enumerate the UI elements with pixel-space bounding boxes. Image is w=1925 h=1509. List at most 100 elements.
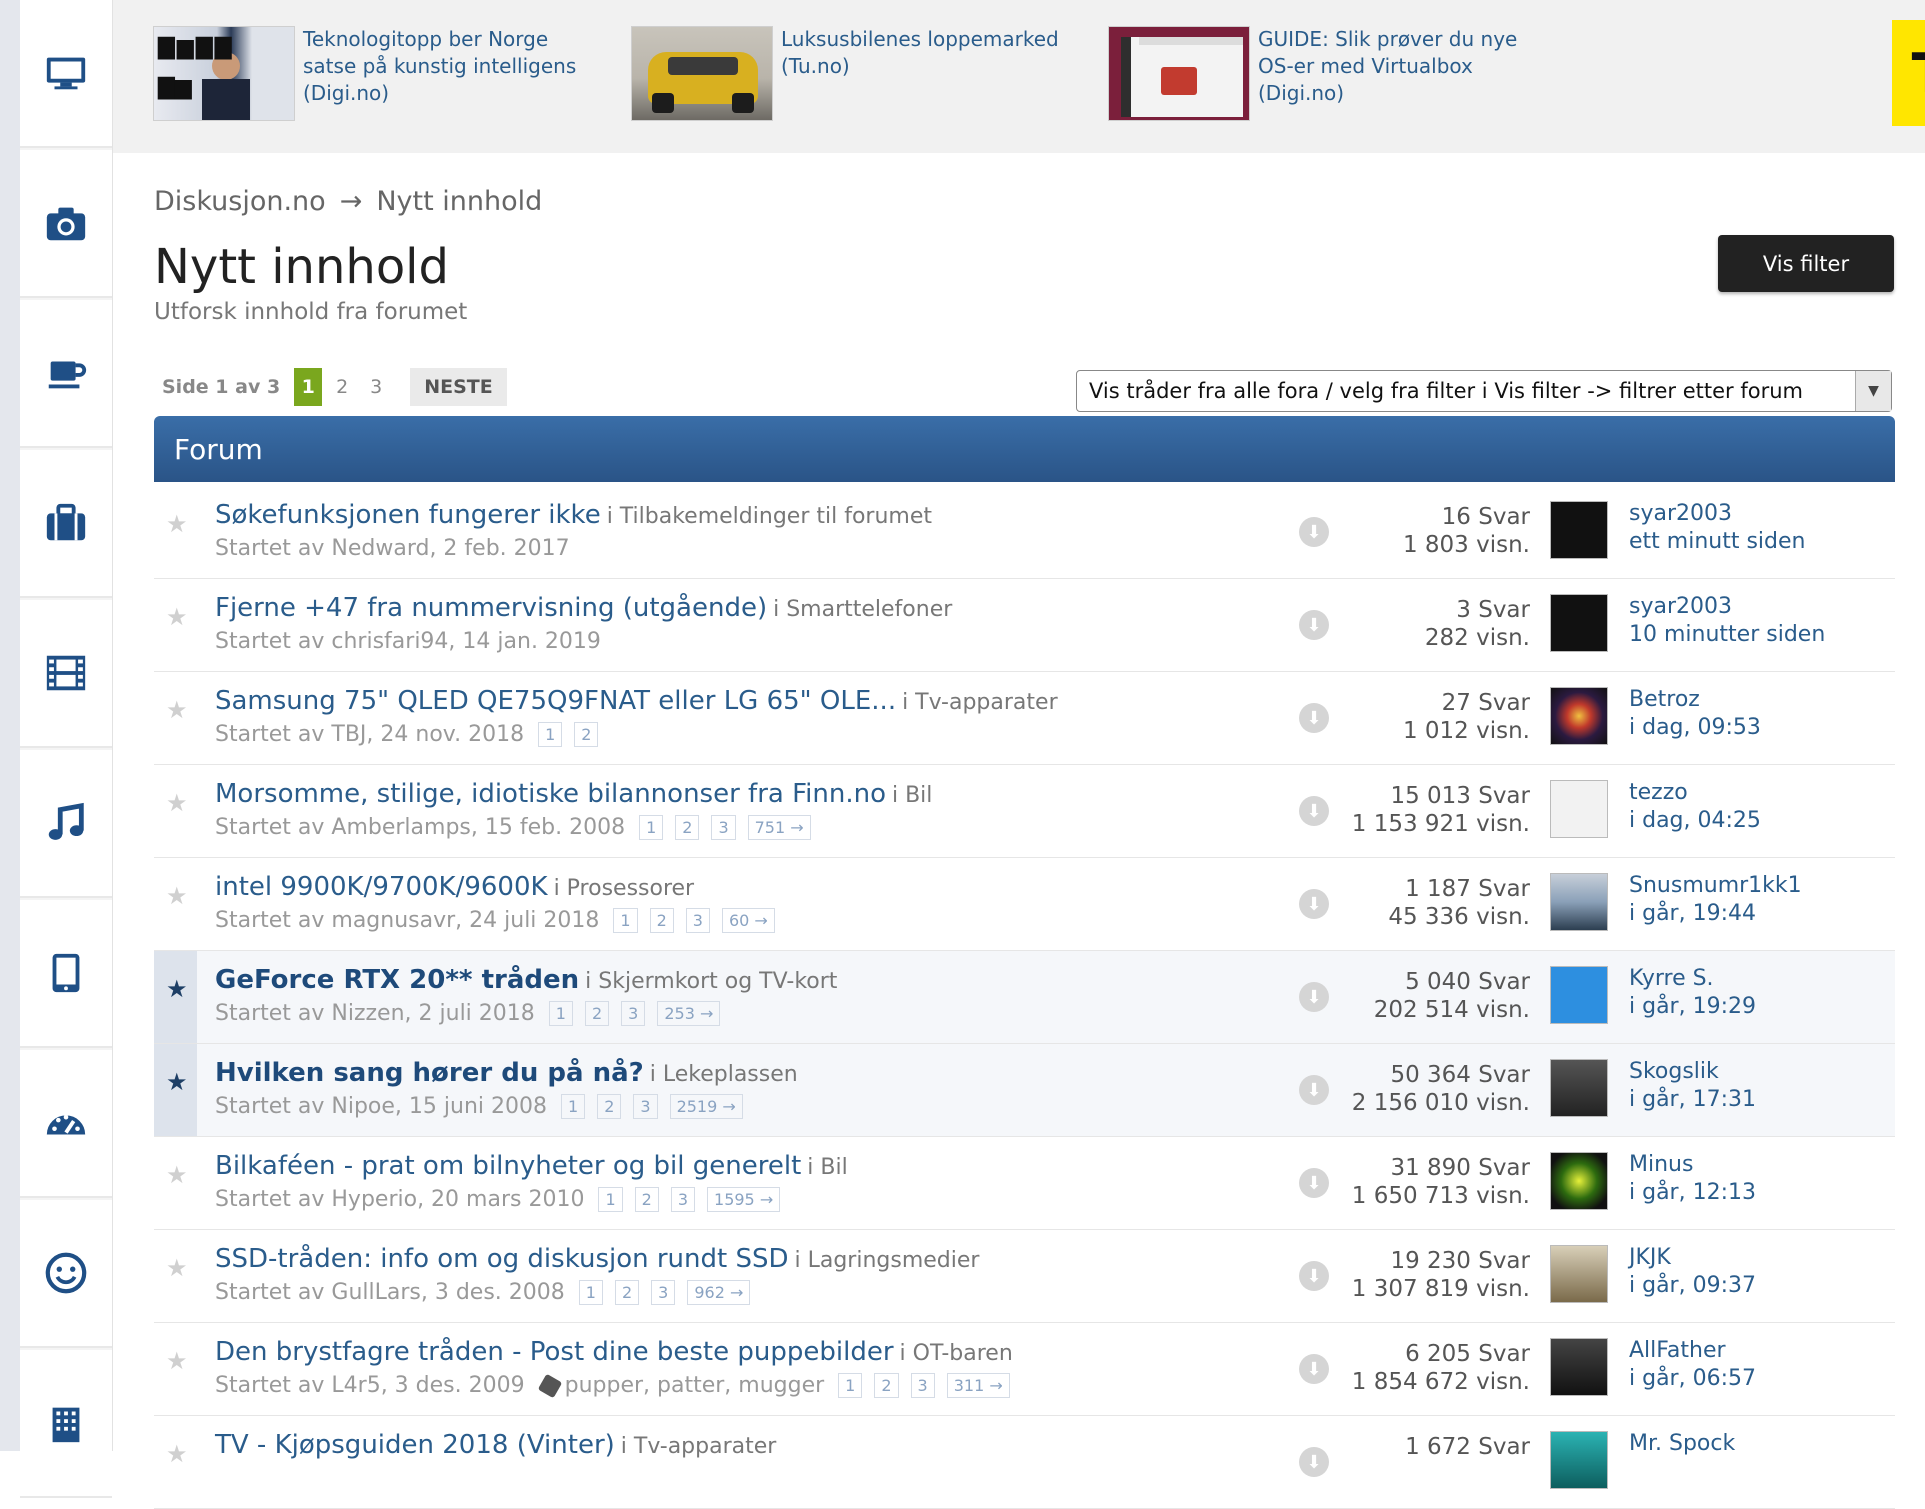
topic-page-link[interactable]: 3 (651, 1280, 676, 1305)
star-icon[interactable]: ★ (166, 1440, 188, 1468)
topic-page-link[interactable]: 1 (838, 1373, 863, 1398)
last-post-time-link[interactable]: 10 minutter siden (1629, 621, 1825, 649)
topic-forum-link[interactable]: i Skjermkort og TV-kort (585, 969, 837, 994)
topic-page-link[interactable]: 3 (670, 1187, 696, 1212)
download-arrow-icon[interactable]: ⬇ (1299, 1447, 1329, 1477)
avatar[interactable] (1550, 1152, 1608, 1210)
topic-page-link[interactable]: 2 (584, 1001, 610, 1026)
download-arrow-icon[interactable]: ⬇ (1299, 703, 1329, 733)
forum-filter-select[interactable]: Vis tråder fra alle fora / velg fra filt… (1076, 370, 1892, 412)
dropdown-arrow-icon[interactable]: ▼ (1855, 371, 1891, 411)
star-icon[interactable]: ★ (166, 789, 188, 817)
topic-row[interactable]: ★ Søkefunksjonen fungerer ikke i Tilbakem… (154, 486, 1895, 579)
topic-page-link[interactable]: 1 (598, 1187, 623, 1212)
topic-page-link[interactable]: 3 (621, 1001, 646, 1026)
star-icon[interactable]: ★ (166, 1347, 188, 1375)
sidebar-item-business[interactable] (20, 1350, 112, 1498)
last-poster-link[interactable]: Skogslik (1629, 1058, 1756, 1086)
avatar[interactable] (1550, 873, 1608, 931)
topic-forum-link[interactable]: i Bil (892, 783, 932, 808)
star-icon[interactable]: ★ (166, 1161, 188, 1189)
page-link-2[interactable]: 2 (328, 368, 356, 406)
topic-page-link[interactable]: 60 → (721, 908, 775, 933)
last-post-time-link[interactable]: i går, 19:29 (1629, 993, 1756, 1021)
topic-row[interactable]: ★ Den brystfagre tråden - Post dine best… (154, 1323, 1895, 1416)
topic-page-link[interactable]: 2 (597, 1094, 622, 1119)
last-post-time-link[interactable]: i dag, 09:53 (1629, 714, 1761, 742)
topic-title-link[interactable]: Bilkaféen - prat om bilnyheter og bil ge… (215, 1151, 801, 1181)
download-arrow-icon[interactable]: ⬇ (1299, 610, 1329, 640)
topic-page-link[interactable]: 311 → (946, 1373, 1010, 1398)
sidebar-item-music[interactable] (20, 750, 112, 898)
download-arrow-icon[interactable]: ⬇ (1299, 1261, 1329, 1291)
topic-tags[interactable]: pupper, patter, mugger (565, 1373, 825, 1398)
avatar[interactable] (1550, 1059, 1608, 1117)
sidebar-item-computers[interactable] (20, 0, 112, 148)
topic-page-link[interactable]: 2 (649, 908, 674, 933)
topic-page-link[interactable]: 3 (711, 815, 736, 840)
topic-forum-link[interactable]: i Tv-apparater (621, 1434, 777, 1459)
topic-page-link[interactable]: 1 (613, 908, 638, 933)
avatar[interactable] (1550, 1431, 1608, 1489)
avatar[interactable] (1550, 501, 1608, 559)
topic-title-link[interactable]: SSD-tråden: info om og diskusjon rundt S… (215, 1244, 789, 1274)
last-post-time-link[interactable]: i går, 19:44 (1629, 900, 1802, 928)
topic-forum-link[interactable]: i Tilbakemeldinger til forumet (607, 504, 932, 529)
topic-forum-link[interactable]: i Smarttelefoner (773, 597, 952, 622)
ad-item[interactable]: GUIDE: Slik prøver du nye OS-er med Virt… (1108, 26, 1558, 121)
last-poster-link[interactable]: AllFather (1629, 1337, 1756, 1365)
next-page-button[interactable]: NESTE (410, 368, 507, 406)
last-post-time-link[interactable]: i går, 17:31 (1629, 1086, 1756, 1114)
topic-page-link[interactable]: 1595 → (707, 1187, 781, 1212)
topic-row[interactable]: ★ Morsomme, stilige, idiotiske bilannons… (154, 765, 1895, 858)
sidebar-item-jobs[interactable] (20, 450, 112, 598)
topic-page-link[interactable]: 3 (633, 1094, 658, 1119)
topic-row[interactable]: ★ Bilkaféen - prat om bilnyheter og bil … (154, 1137, 1895, 1230)
ad-link[interactable]: Teknologitopp ber Norge satse på kunstig… (303, 26, 603, 121)
topic-page-link[interactable]: 253 → (657, 1001, 721, 1026)
topic-page-link[interactable]: 1 (561, 1094, 586, 1119)
topic-page-link[interactable]: 1 (639, 815, 664, 840)
star-icon[interactable]: ★ (166, 696, 188, 724)
topic-page-link[interactable]: 2 (614, 1280, 640, 1305)
star-icon[interactable]: ★ (166, 975, 188, 1003)
star-icon[interactable]: ★ (166, 1254, 188, 1282)
topic-row[interactable]: ★ GeForce RTX 20** tråden i Skjermkort og… (154, 951, 1895, 1044)
last-poster-link[interactable]: Kyrre S. (1629, 965, 1756, 993)
topic-page-link[interactable]: 962 → (687, 1280, 751, 1305)
download-arrow-icon[interactable]: ⬇ (1299, 517, 1329, 547)
topic-row[interactable]: ★ TV - Kjøpsguiden 2018 (Vinter) i Tv-app… (154, 1416, 1895, 1509)
last-poster-link[interactable]: tezzo (1629, 779, 1761, 807)
last-poster-link[interactable]: Betroz (1629, 686, 1761, 714)
avatar[interactable] (1550, 687, 1608, 745)
topic-page-link[interactable]: 1 (548, 1001, 573, 1026)
topic-forum-link[interactable]: i Lagringsmedier (795, 1248, 980, 1273)
topic-title-link[interactable]: Den brystfagre tråden - Post dine beste … (215, 1337, 894, 1367)
tu-logo[interactable]: TU (1892, 20, 1925, 126)
topic-row[interactable]: ★ intel 9900K/9700K/9600K i Prosessorer S… (154, 858, 1895, 951)
download-arrow-icon[interactable]: ⬇ (1299, 1168, 1329, 1198)
topic-title-link[interactable]: Hvilken sang hører du på nå? (215, 1058, 644, 1088)
download-arrow-icon[interactable]: ⬇ (1299, 796, 1329, 826)
avatar[interactable] (1550, 780, 1608, 838)
topic-title-link[interactable]: Morsomme, stilige, idiotiske bilannonser… (215, 779, 886, 809)
last-poster-link[interactable]: Minus (1629, 1151, 1756, 1179)
sidebar-item-film[interactable] (20, 600, 112, 748)
sidebar-item-cars[interactable] (20, 1050, 112, 1198)
star-icon[interactable]: ★ (166, 882, 188, 910)
sidebar-item-photo[interactable] (20, 150, 112, 298)
avatar[interactable] (1550, 1338, 1608, 1396)
topic-page-link[interactable]: 2 (675, 815, 700, 840)
avatar[interactable] (1550, 1245, 1608, 1303)
topic-title-link[interactable]: Søkefunksjonen fungerer ikke (215, 500, 601, 530)
last-post-time-link[interactable]: i går, 06:57 (1629, 1365, 1756, 1393)
last-poster-link[interactable]: syar2003 (1629, 500, 1805, 528)
star-icon[interactable]: ★ (166, 1068, 188, 1096)
last-post-time-link[interactable]: i går, 12:13 (1629, 1179, 1756, 1207)
topic-forum-link[interactable]: i Tv-apparater (902, 690, 1058, 715)
topic-forum-link[interactable]: i Bil (807, 1155, 847, 1180)
topic-page-link[interactable]: 3 (685, 908, 710, 933)
ad-item[interactable]: ▇▆▇▇ ▇▆ Teknologitopp ber Norge satse på… (153, 26, 603, 121)
sidebar-item-mobile[interactable] (20, 900, 112, 1048)
last-post-time-link[interactable]: i dag, 04:25 (1629, 807, 1761, 835)
